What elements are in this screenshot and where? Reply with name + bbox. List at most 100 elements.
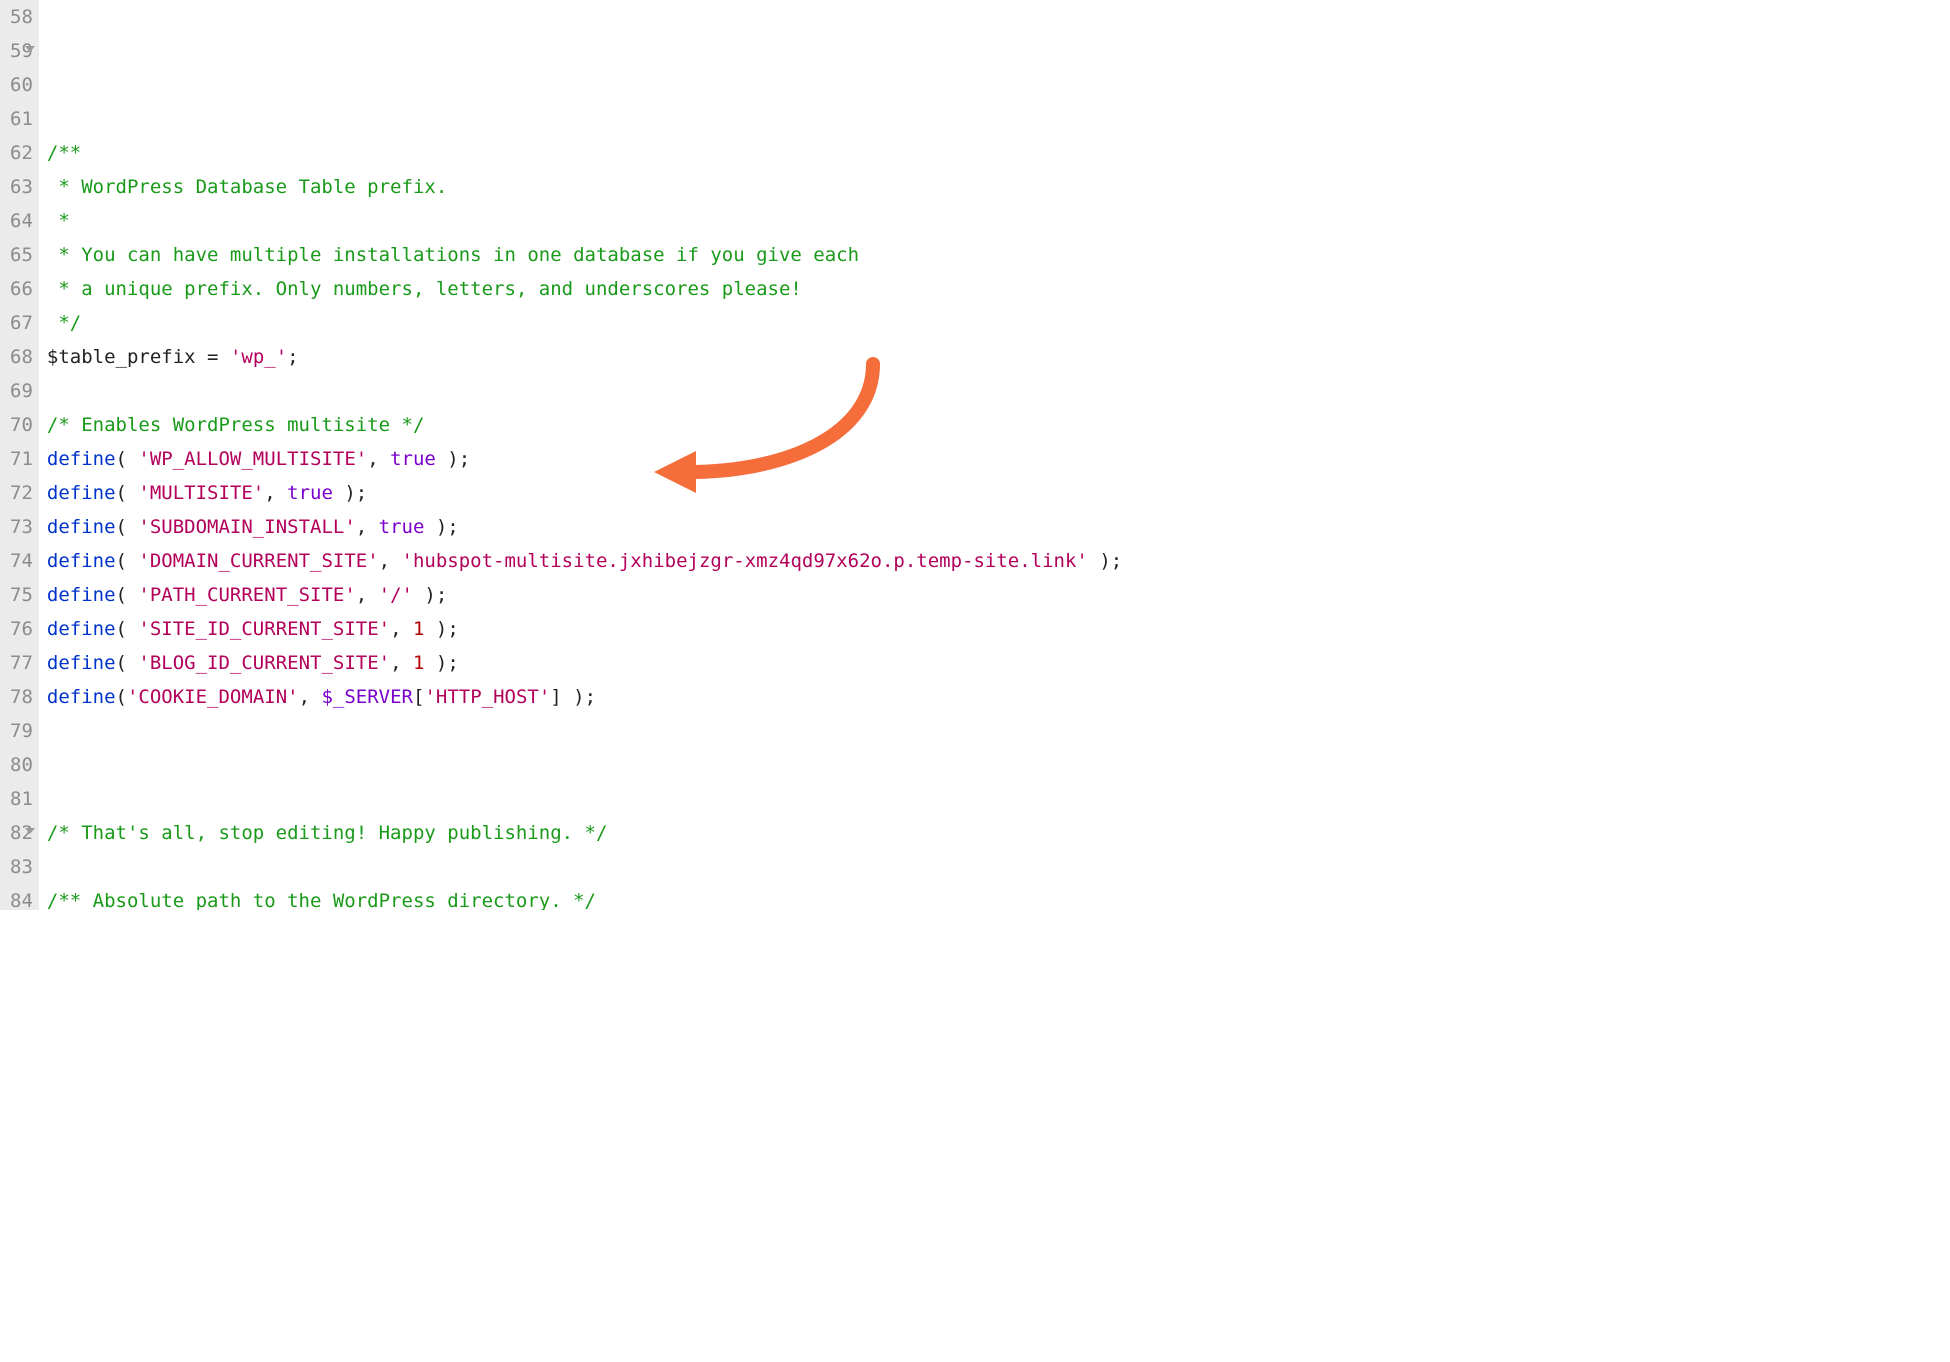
code-token: [	[413, 686, 424, 708]
code-token: define	[47, 652, 116, 674]
code-token: (	[116, 516, 139, 538]
code-token: $table_prefix	[47, 346, 196, 368]
code-line[interactable]: define( 'SUBDOMAIN_INSTALL', true );	[47, 510, 1280, 544]
line-number: 84	[10, 884, 33, 918]
code-token: ,	[390, 652, 413, 674]
code-token: ,	[264, 482, 287, 504]
code-token: * WordPress Database Table prefix.	[47, 176, 447, 198]
line-number: 69	[10, 374, 33, 408]
code-line[interactable]	[47, 714, 1280, 748]
line-number: 82	[10, 816, 33, 850]
line-number: 68	[10, 340, 33, 374]
code-token: * You can have multiple installations in…	[47, 244, 859, 266]
code-token: true	[379, 516, 425, 538]
code-line[interactable]: * a unique prefix. Only numbers, letters…	[47, 272, 1280, 306]
code-token: (	[116, 618, 139, 640]
line-number: 78	[10, 680, 33, 714]
fold-marker-icon[interactable]	[25, 828, 35, 834]
line-number: 66	[10, 272, 33, 306]
line-number: 73	[10, 510, 33, 544]
code-token: 'MULTISITE'	[138, 482, 264, 504]
fold-marker-icon[interactable]	[25, 46, 35, 52]
line-number: 74	[10, 544, 33, 578]
code-line[interactable]	[47, 748, 1280, 782]
line-number: 65	[10, 238, 33, 272]
code-token: 'WP_ALLOW_MULTISITE'	[138, 448, 367, 470]
line-number: 76	[10, 612, 33, 646]
code-line[interactable]: /**	[47, 136, 1280, 170]
code-token: );	[333, 482, 367, 504]
code-editor[interactable]: 5859606162636465666768697071727374757677…	[0, 0, 1280, 910]
code-line[interactable]: define( 'MULTISITE', true );	[47, 476, 1280, 510]
code-token: );	[1088, 550, 1122, 572]
code-token: define	[47, 448, 116, 470]
code-token: (	[116, 584, 139, 606]
code-line[interactable]	[47, 850, 1280, 884]
code-line[interactable]: /* Enables WordPress multisite */	[47, 408, 1280, 442]
code-token: (	[116, 550, 139, 572]
code-token: (	[116, 482, 139, 504]
line-number: 64	[10, 204, 33, 238]
code-token: );	[436, 448, 470, 470]
code-line[interactable]: *	[47, 204, 1280, 238]
code-content[interactable]: /** * WordPress Database Table prefix. *…	[39, 0, 1280, 910]
code-token: /**	[47, 142, 81, 164]
line-number: 70	[10, 408, 33, 442]
code-token: 'HTTP_HOST'	[424, 686, 550, 708]
code-token: /** Absolute path to the WordPress direc…	[47, 890, 596, 910]
code-token: (	[116, 686, 127, 708]
code-token: 1	[413, 652, 424, 674]
code-token: );	[413, 584, 447, 606]
code-line[interactable]: define( 'BLOG_ID_CURRENT_SITE', 1 );	[47, 646, 1280, 680]
code-token: );	[424, 652, 458, 674]
code-line[interactable]: define( 'WP_ALLOW_MULTISITE', true );	[47, 442, 1280, 476]
code-token: (	[116, 448, 139, 470]
line-number: 67	[10, 306, 33, 340]
code-token: 'BLOG_ID_CURRENT_SITE'	[138, 652, 390, 674]
code-line[interactable]: $table_prefix = 'wp_';	[47, 340, 1280, 374]
code-token: * a unique prefix. Only numbers, letters…	[47, 278, 802, 300]
code-line[interactable]: define('COOKIE_DOMAIN', $_SERVER['HTTP_H…	[47, 680, 1280, 714]
code-line[interactable]	[47, 374, 1280, 408]
code-token: ,	[356, 516, 379, 538]
code-token: ,	[299, 686, 322, 708]
code-token: /* That's all, stop editing! Happy publi…	[47, 822, 608, 844]
line-number: 63	[10, 170, 33, 204]
line-number: 77	[10, 646, 33, 680]
code-line[interactable]	[47, 102, 1280, 136]
code-token: '/'	[379, 584, 413, 606]
code-line[interactable]: define( 'DOMAIN_CURRENT_SITE', 'hubspot-…	[47, 544, 1280, 578]
code-line[interactable]: * You can have multiple installations in…	[47, 238, 1280, 272]
code-token: define	[47, 482, 116, 504]
code-token: true	[287, 482, 333, 504]
code-token: 1	[413, 618, 424, 640]
line-number: 79	[10, 714, 33, 748]
line-number-gutter: 5859606162636465666768697071727374757677…	[0, 0, 39, 910]
code-line[interactable]: /** Absolute path to the WordPress direc…	[47, 884, 1280, 910]
code-token: (	[116, 652, 139, 674]
line-number: 59	[10, 34, 33, 68]
line-number: 72	[10, 476, 33, 510]
code-token: 'wp_'	[230, 346, 287, 368]
code-token: );	[424, 516, 458, 538]
line-number: 58	[10, 0, 33, 34]
code-token: define	[47, 516, 116, 538]
line-number: 83	[10, 850, 33, 884]
code-line[interactable]: define( 'SITE_ID_CURRENT_SITE', 1 );	[47, 612, 1280, 646]
code-line[interactable]: */	[47, 306, 1280, 340]
line-number: 61	[10, 102, 33, 136]
code-line[interactable]: /* That's all, stop editing! Happy publi…	[47, 816, 1280, 850]
code-token: );	[424, 618, 458, 640]
code-line[interactable]: * WordPress Database Table prefix.	[47, 170, 1280, 204]
code-token: =	[196, 346, 230, 368]
code-token: 'COOKIE_DOMAIN'	[127, 686, 299, 708]
code-token: ,	[367, 448, 390, 470]
line-number: 60	[10, 68, 33, 102]
code-token: $_SERVER	[321, 686, 413, 708]
code-token: ]	[550, 686, 561, 708]
code-line[interactable]	[47, 782, 1280, 816]
code-token: ,	[356, 584, 379, 606]
code-token: define	[47, 550, 116, 572]
code-token: *	[47, 210, 70, 232]
code-line[interactable]: define( 'PATH_CURRENT_SITE', '/' );	[47, 578, 1280, 612]
